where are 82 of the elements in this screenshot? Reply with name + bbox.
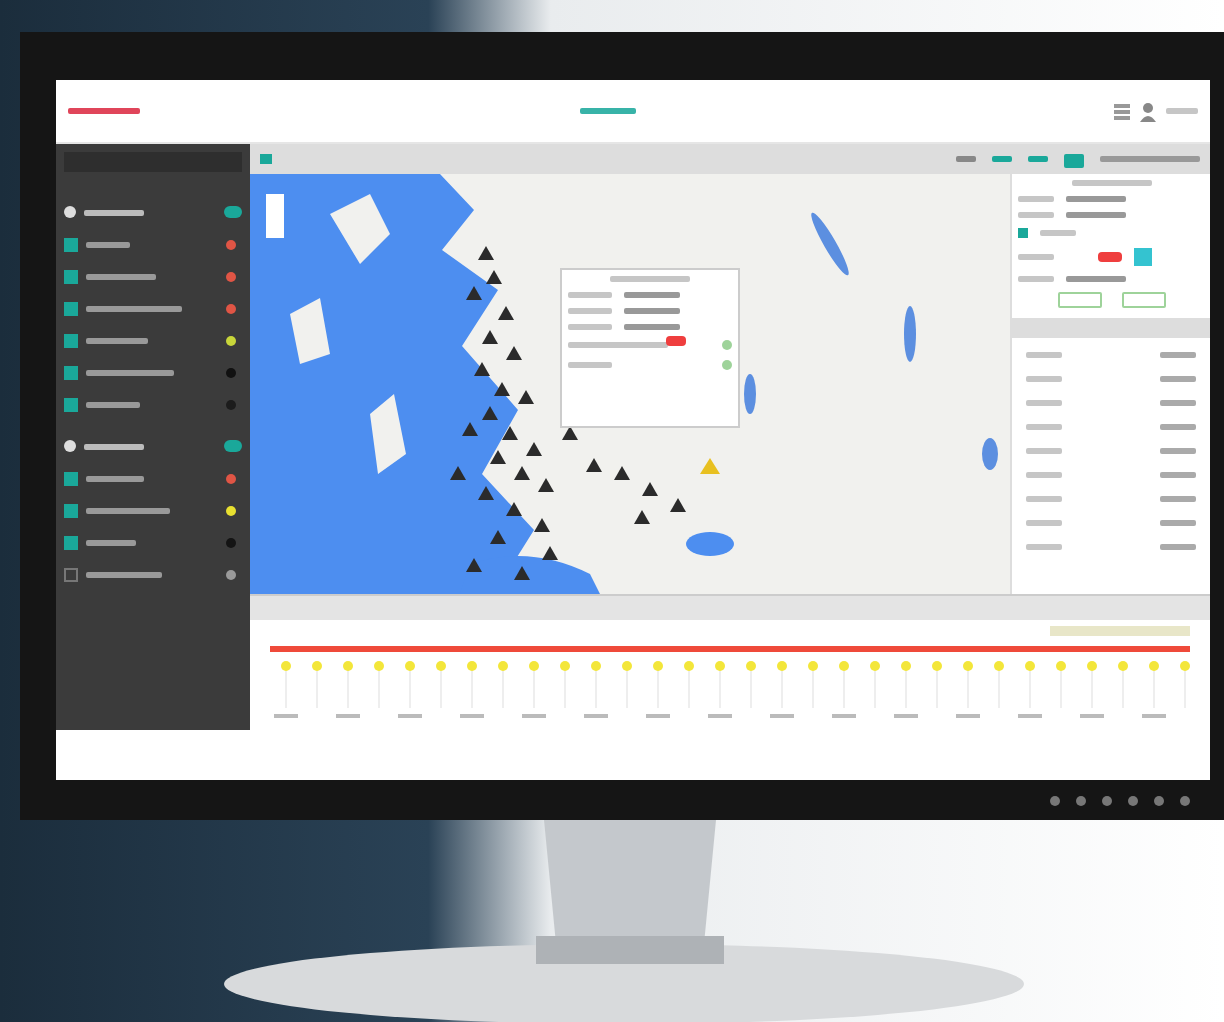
- blurred-text: [624, 308, 680, 314]
- blurred-text: [1026, 352, 1062, 358]
- checkbox[interactable]: [64, 238, 78, 252]
- calendar-icon[interactable]: [1064, 151, 1084, 167]
- blurred-text: [624, 292, 680, 298]
- blurred-text: [1160, 472, 1196, 478]
- checkbox[interactable]: [64, 568, 78, 582]
- blurred-text: [1026, 376, 1062, 382]
- blurred-text: [86, 338, 148, 344]
- blurred-text: [1026, 544, 1062, 550]
- blurred-text: [568, 308, 612, 314]
- toggle-switch[interactable]: [224, 206, 242, 218]
- blurred-text: [580, 108, 636, 114]
- checkbox[interactable]: [64, 302, 78, 316]
- blurred-text: [1026, 472, 1062, 478]
- blurred-text: [1160, 376, 1196, 382]
- menu-icon[interactable]: [1114, 103, 1130, 119]
- checkbox[interactable]: [64, 270, 78, 284]
- blurred-text: [568, 292, 612, 298]
- blurred-text: [1160, 520, 1196, 526]
- blurred-text: [1026, 424, 1062, 430]
- blurred-text: [84, 443, 144, 449]
- user-icon[interactable]: [1140, 101, 1156, 121]
- action-button[interactable]: [1057, 292, 1101, 308]
- blurred-text: [1071, 180, 1151, 186]
- monitor-button-icon[interactable]: [1180, 795, 1190, 805]
- blurred-text: [86, 540, 136, 546]
- blurred-text: [1066, 276, 1126, 282]
- blurred-text: [568, 324, 612, 330]
- blurred-text: [1026, 496, 1062, 502]
- vehicle-icon[interactable]: [1134, 248, 1152, 266]
- blurred-text: [1018, 254, 1054, 260]
- blurred-text: [1160, 400, 1196, 406]
- action-button[interactable]: [1121, 292, 1165, 308]
- blurred-text: [624, 324, 680, 330]
- alarm-badge: [666, 336, 686, 346]
- blurred-text: [84, 209, 144, 215]
- blurred-text: [1100, 156, 1200, 162]
- checkbox[interactable]: [64, 504, 78, 518]
- checkbox[interactable]: [64, 366, 78, 380]
- blurred-text: [1040, 230, 1076, 236]
- checkbox[interactable]: [64, 398, 78, 412]
- monitor-button-icon[interactable]: [1102, 795, 1112, 805]
- blurred-text: [86, 306, 182, 312]
- blurred-text: [1160, 352, 1196, 358]
- checkbox[interactable]: [64, 334, 78, 348]
- blurred-text: [568, 362, 612, 368]
- checkbox[interactable]: [64, 536, 78, 550]
- monitor-button-icon[interactable]: [1076, 795, 1086, 805]
- circle-icon: [64, 440, 76, 452]
- monitor-button-icon[interactable]: [1154, 795, 1164, 805]
- blurred-text: [1066, 196, 1126, 202]
- blurred-text: [1026, 448, 1062, 454]
- alarm-badge: [1098, 252, 1122, 262]
- blurred-text: [86, 242, 130, 248]
- blurred-text: [1160, 496, 1196, 502]
- blurred-text: [86, 370, 174, 376]
- blurred-text: [86, 274, 156, 280]
- blurred-text: [86, 508, 170, 514]
- monitor-button-icon[interactable]: [1050, 795, 1060, 805]
- toggle-switch[interactable]: [224, 440, 242, 452]
- layers-icon[interactable]: [260, 154, 272, 164]
- blurred-text: [68, 108, 140, 114]
- checkbox[interactable]: [64, 472, 78, 486]
- blurred-text: [1026, 520, 1062, 526]
- blurred-text: [1160, 424, 1196, 430]
- blurred-text: [1018, 276, 1054, 282]
- blurred-text: [1026, 400, 1062, 406]
- blurred-text: [1160, 448, 1196, 454]
- monitor-button-icon[interactable]: [1128, 795, 1138, 805]
- blurred-text: [86, 402, 140, 408]
- blurred-text: [1066, 212, 1126, 218]
- blurred-text: [1160, 544, 1196, 550]
- blurred-text: [1018, 196, 1054, 202]
- blurred-text: [568, 342, 668, 348]
- blurred-text: [86, 572, 162, 578]
- circle-icon: [64, 206, 76, 218]
- plus-icon[interactable]: [1018, 228, 1028, 238]
- blurred-text: [86, 476, 144, 482]
- blurred-text: [1018, 212, 1054, 218]
- blurred-text: [610, 276, 690, 282]
- blurred-text: [1166, 108, 1198, 114]
